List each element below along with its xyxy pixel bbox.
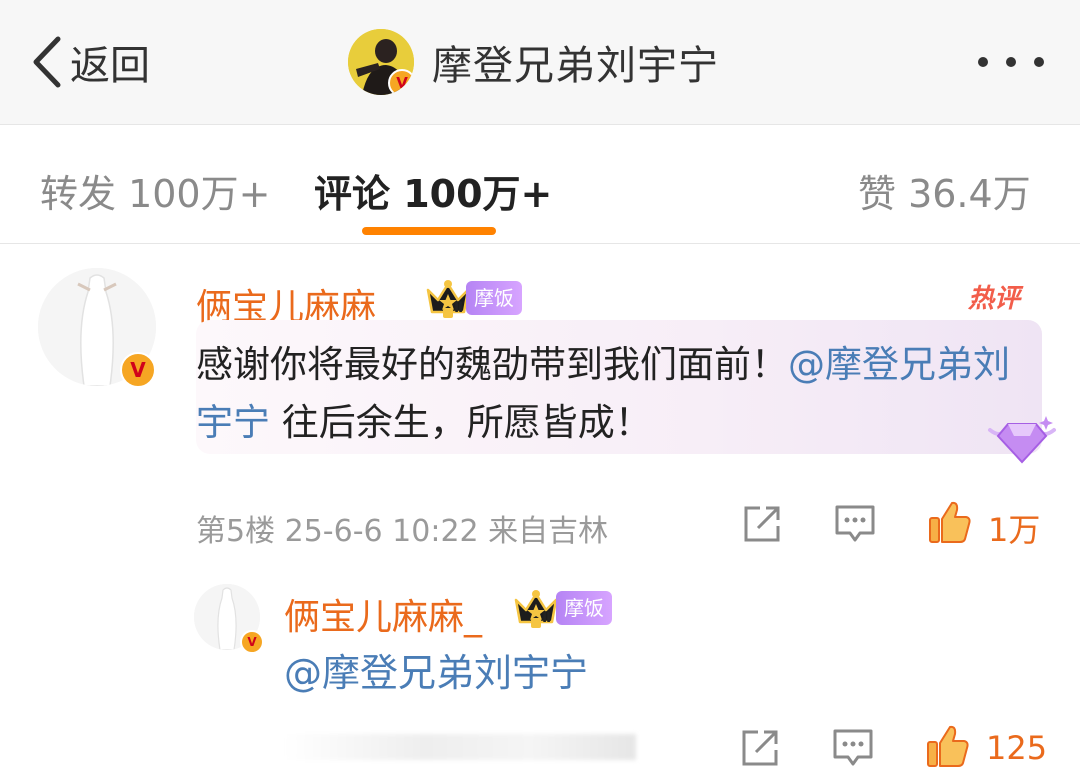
more-dots-icon[interactable]	[978, 48, 1044, 76]
reply-meta-blurred	[284, 734, 636, 760]
reply-text[interactable]: @摩登兄弟刘宇宁	[284, 642, 588, 697]
hot-comment-tag: 热评	[968, 284, 1021, 314]
comment-text: 感谢你将最好的魏劭带到我们面前！@摩登兄弟刘宇宁 往后余生，所愿皆成！	[196, 336, 1026, 452]
verified-badge: V	[120, 352, 156, 388]
crown-icon	[514, 590, 558, 628]
comment-text-part: 感谢你将最好的魏劭带到我们面前！	[196, 343, 788, 386]
crown-level: Ⅱ	[542, 610, 552, 626]
more-dot	[978, 57, 988, 67]
crown-level: Ⅱ	[454, 300, 464, 316]
tab-likes[interactable]: 赞 36.4万	[858, 163, 1031, 218]
tab-reposts[interactable]: 转发 100万+	[40, 163, 270, 218]
more-dot	[1006, 57, 1016, 67]
share-icon[interactable]	[740, 728, 780, 768]
fan-badge[interactable]: 摩饭	[466, 281, 522, 315]
back-chevron-icon	[33, 36, 61, 88]
back-button[interactable]: 返回	[30, 34, 150, 90]
diamond-icon	[988, 416, 1056, 464]
verified-badge: V	[240, 630, 264, 654]
top-nav-bar: 返回 V 摩登兄弟刘宇宁	[0, 0, 1080, 125]
share-icon[interactable]	[742, 504, 782, 544]
comment-icon[interactable]	[832, 728, 874, 768]
like-count: 125	[986, 729, 1048, 767]
comment-icon[interactable]	[834, 504, 876, 544]
crown-icon	[426, 280, 470, 318]
comment-text-part: 往后余生，所愿皆成！	[270, 401, 652, 444]
like-count: 1万	[988, 511, 1041, 549]
like-icon[interactable]	[926, 724, 970, 768]
like-icon[interactable]	[928, 500, 972, 544]
reply-name[interactable]: 俩宝儿麻麻_	[284, 588, 482, 640]
tab-comments[interactable]: 评论 100万+	[314, 163, 552, 218]
verified-badge: V	[388, 69, 414, 95]
comment-meta: 第5楼 25-6-6 10:22 来自吉林	[196, 514, 609, 549]
active-tab-indicator	[362, 227, 496, 235]
back-label: 返回	[70, 43, 150, 89]
fan-badge[interactable]: 摩饭	[556, 591, 612, 625]
page-title: 摩登兄弟刘宇宁	[432, 43, 719, 89]
tab-bar: 转发 100万+ 评论 100万+ 赞 36.4万	[0, 125, 1080, 244]
author-avatar[interactable]: V	[348, 29, 414, 95]
more-dot	[1034, 57, 1044, 67]
title-group[interactable]: V 摩登兄弟刘宇宁	[348, 28, 719, 96]
